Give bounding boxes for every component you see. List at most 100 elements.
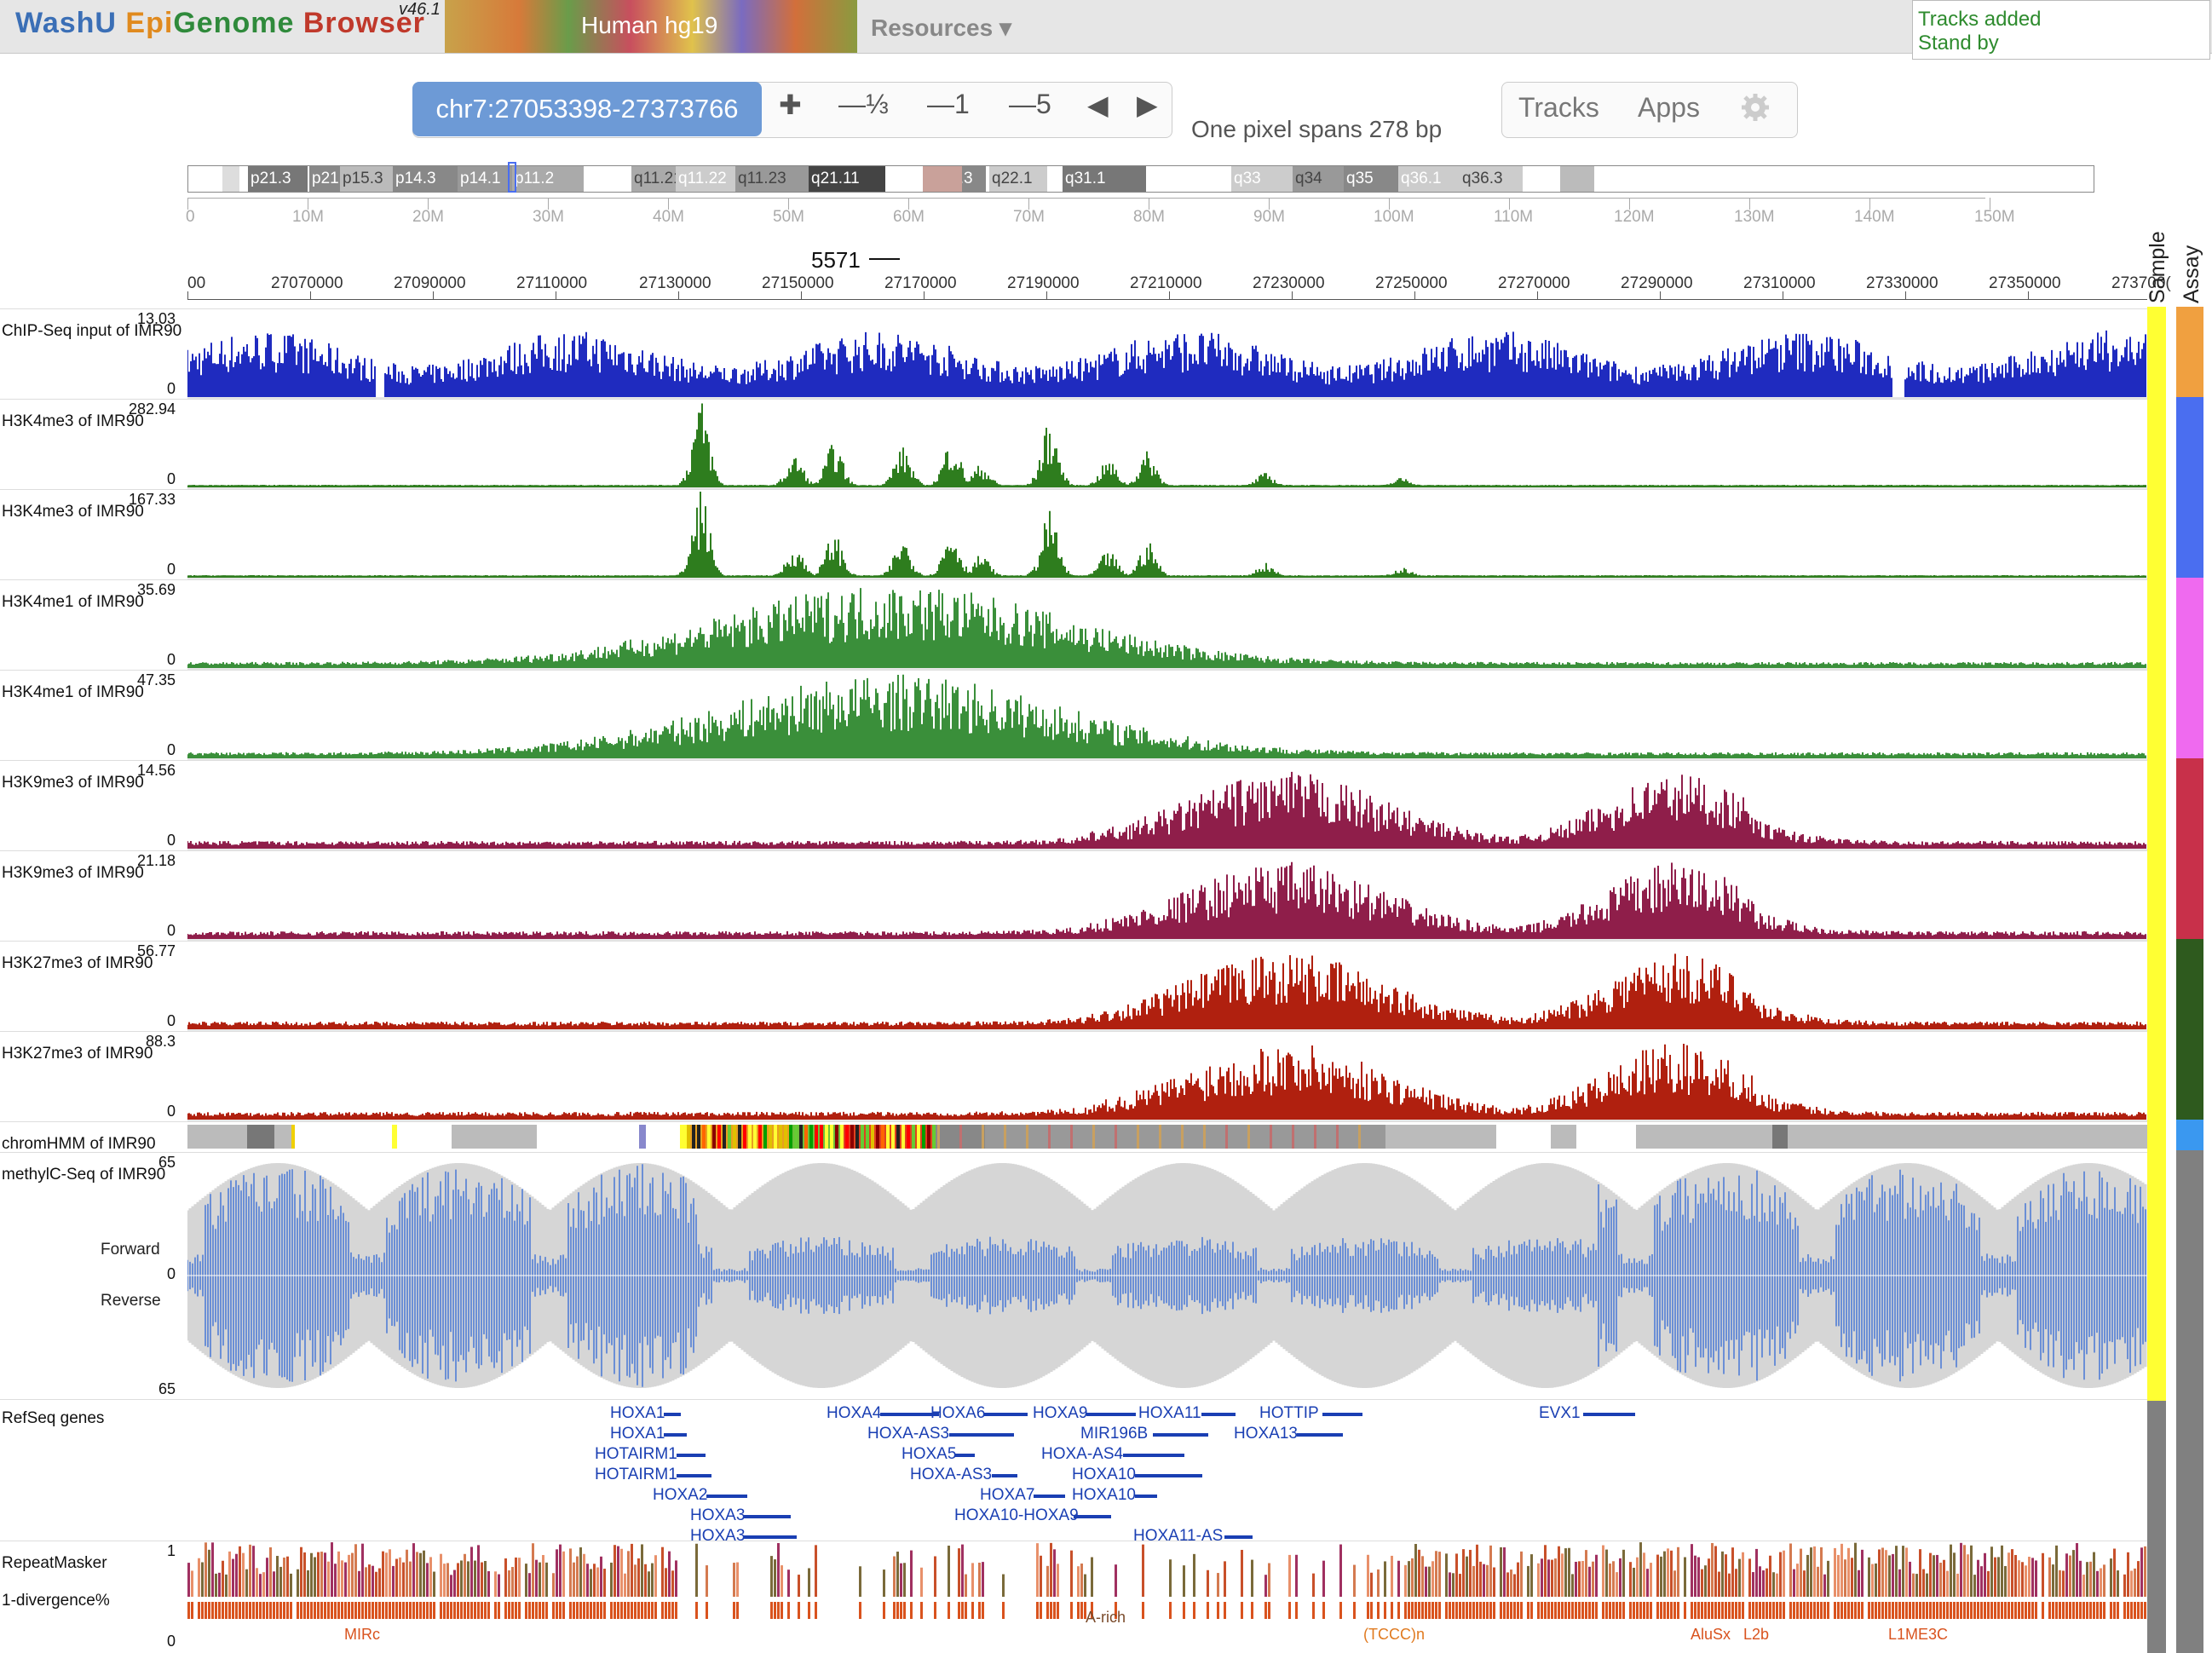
ideogram-band[interactable]: q36.1 bbox=[1398, 166, 1460, 192]
ideogram-band[interactable]: q22.1 bbox=[989, 166, 1047, 192]
gene-glyph[interactable] bbox=[955, 1454, 975, 1457]
app-logo[interactable]: WashU EpiGenome Browser bbox=[15, 7, 425, 40]
track-label[interactable]: H3K9me3 of IMR90 bbox=[2, 864, 144, 883]
gene-label[interactable]: HOXA-AS3 bbox=[867, 1425, 949, 1443]
gene-glyph[interactable] bbox=[992, 1474, 1017, 1477]
gene-glyph[interactable] bbox=[744, 1535, 797, 1539]
gene-glyph[interactable] bbox=[949, 1433, 1014, 1437]
assay-color-block[interactable] bbox=[2176, 397, 2203, 578]
gene-label[interactable]: HOXA10 bbox=[1072, 1486, 1136, 1505]
chromosome-ideogram[interactable]: p21.3p21.1p15.3p14.3p14.1p11.2q11.21q11.… bbox=[187, 165, 2094, 193]
track-label[interactable]: H3K4me3 of IMR90 bbox=[2, 412, 144, 431]
gene-glyph[interactable] bbox=[664, 1433, 687, 1437]
track-label[interactable]: H3K4me1 of IMR90 bbox=[2, 683, 144, 702]
resources-menu[interactable]: Resources ▾ bbox=[871, 14, 1011, 42]
repeat-label[interactable]: (TCCC)n bbox=[1363, 1626, 1425, 1644]
gene-label[interactable]: HOXA11-AS bbox=[1133, 1527, 1223, 1546]
track-label[interactable]: H3K9me3 of IMR90 bbox=[2, 774, 144, 792]
base-pair-ruler[interactable]: 00 27070000 27090000 27110000 27130000 271500… bbox=[187, 271, 2171, 300]
repeat-label[interactable]: L2b bbox=[1743, 1626, 1769, 1644]
ideogram-band[interactable]: p21.1 bbox=[309, 166, 340, 192]
gene-glyph[interactable] bbox=[1135, 1495, 1157, 1498]
gene-label[interactable]: HOXA-AS4 bbox=[1041, 1445, 1123, 1464]
zoom-out-third-button[interactable]: —⅓ bbox=[838, 89, 889, 120]
pan-left-button[interactable]: ◀ bbox=[1087, 89, 1109, 121]
gene-label[interactable]: HOXA2 bbox=[653, 1486, 707, 1505]
gene-glyph[interactable] bbox=[1074, 1515, 1111, 1518]
gene-glyph[interactable] bbox=[1583, 1413, 1635, 1416]
ideogram-band[interactable]: q11.21 bbox=[631, 166, 676, 192]
sample-color-block[interactable] bbox=[2147, 307, 2166, 1401]
zoom-in-button[interactable]: ✚ bbox=[779, 89, 802, 121]
gene-label[interactable]: HOXA1 bbox=[610, 1404, 665, 1423]
zoom-out-one-button[interactable]: —1 bbox=[927, 89, 970, 120]
repeat-label[interactable]: AluSx bbox=[1691, 1626, 1731, 1644]
ideogram-band[interactable]: q36.3 bbox=[1460, 166, 1523, 192]
track-plot[interactable] bbox=[187, 941, 2147, 1031]
track-plot[interactable] bbox=[187, 489, 2147, 579]
gene-glyph[interactable] bbox=[1322, 1413, 1362, 1416]
gene-label[interactable]: HOXA-AS3 bbox=[910, 1466, 992, 1484]
track-label[interactable]: H3K4me1 of IMR90 bbox=[2, 593, 144, 612]
gene-glyph[interactable] bbox=[1086, 1413, 1136, 1416]
metadata-header-assay[interactable]: Assay bbox=[2180, 245, 2204, 303]
track-plot[interactable] bbox=[187, 1152, 2147, 1399]
sample-color-block[interactable] bbox=[2147, 1401, 2166, 1653]
gene-glyph[interactable] bbox=[744, 1515, 791, 1518]
repeat-label[interactable]: A-rich bbox=[1086, 1609, 1126, 1627]
assay-color-block[interactable] bbox=[2176, 307, 2203, 397]
gene-glyph[interactable] bbox=[1153, 1433, 1208, 1437]
gene-glyph[interactable] bbox=[706, 1495, 747, 1498]
apps-button[interactable]: Apps bbox=[1638, 92, 1700, 124]
gene-glyph[interactable] bbox=[664, 1413, 681, 1416]
gene-glyph[interactable] bbox=[1201, 1413, 1236, 1416]
ideogram-band[interactable]: q33 bbox=[1231, 166, 1293, 192]
ideogram-band[interactable]: p14.3 bbox=[393, 166, 458, 192]
track-plot[interactable] bbox=[187, 308, 2147, 399]
assay-color-block[interactable] bbox=[2176, 939, 2203, 1120]
gene-label[interactable]: HOXA3 bbox=[690, 1527, 745, 1546]
ideogram-band[interactable]: p15.3 bbox=[340, 166, 393, 192]
ideogram-band[interactable]: q21.11 bbox=[809, 166, 885, 192]
track-plot[interactable] bbox=[187, 579, 2147, 670]
repeat-label[interactable]: MIRc bbox=[344, 1626, 380, 1644]
gene-glyph[interactable] bbox=[1034, 1495, 1065, 1498]
gene-label[interactable]: HOXA10 bbox=[1072, 1466, 1136, 1484]
assay-color-block[interactable] bbox=[2176, 1150, 2203, 1653]
assay-color-block[interactable] bbox=[2176, 578, 2203, 758]
gene-label[interactable]: HOTTIP bbox=[1259, 1404, 1319, 1423]
gene-label[interactable]: HOXA5 bbox=[902, 1445, 956, 1464]
gene-label[interactable]: HOTAIRM1 bbox=[595, 1445, 677, 1464]
coordinate-input[interactable]: chr7:27053398-27373766 bbox=[412, 82, 762, 136]
track-plot[interactable] bbox=[187, 1541, 2147, 1651]
gene-label[interactable]: HOXA10-HOXA9 bbox=[954, 1506, 1079, 1525]
ideogram-band[interactable]: q31.1 bbox=[1063, 166, 1146, 192]
ideogram-band[interactable]: p14.1 bbox=[458, 166, 512, 192]
metadata-header-sample[interactable]: Sample bbox=[2146, 231, 2170, 303]
track-label[interactable]: RepeatMasker bbox=[2, 1554, 107, 1573]
gene-label[interactable]: HOTAIRM1 bbox=[595, 1466, 677, 1484]
track-label[interactable]: RefSeq genes bbox=[2, 1409, 104, 1428]
gene-glyph[interactable] bbox=[677, 1454, 706, 1457]
track-label[interactable]: chromHMM of IMR90 bbox=[2, 1135, 156, 1154]
gear-icon[interactable] bbox=[1740, 92, 1771, 127]
assay-metadata-column[interactable] bbox=[2176, 307, 2212, 1653]
gene-label[interactable]: MIR196B bbox=[1080, 1425, 1148, 1443]
genome-selector[interactable]: Human hg19 bbox=[445, 0, 857, 53]
gene-label[interactable]: HOXA11 bbox=[1138, 1404, 1201, 1423]
gene-label[interactable]: HOXA4 bbox=[827, 1404, 881, 1423]
assay-color-block[interactable] bbox=[2176, 758, 2203, 939]
gene-glyph[interactable] bbox=[1123, 1454, 1184, 1457]
gene-label[interactable]: HOXA3 bbox=[690, 1506, 745, 1525]
repeat-label[interactable]: L1ME3C bbox=[1888, 1626, 1948, 1644]
pan-right-button[interactable]: ▶ bbox=[1137, 89, 1158, 121]
gene-glyph[interactable] bbox=[677, 1474, 711, 1477]
track-label[interactable]: H3K4me3 of IMR90 bbox=[2, 503, 144, 521]
zoom-out-five-button[interactable]: —5 bbox=[1009, 89, 1051, 120]
gene-label[interactable]: HOXA9 bbox=[1033, 1404, 1087, 1423]
gene-label[interactable]: HOXA13 bbox=[1234, 1425, 1298, 1443]
gene-glyph[interactable] bbox=[1135, 1474, 1202, 1477]
track-plot[interactable] bbox=[187, 760, 2147, 850]
gene-glyph[interactable] bbox=[1297, 1433, 1343, 1437]
ideogram-band[interactable]: q35 bbox=[1344, 166, 1398, 192]
